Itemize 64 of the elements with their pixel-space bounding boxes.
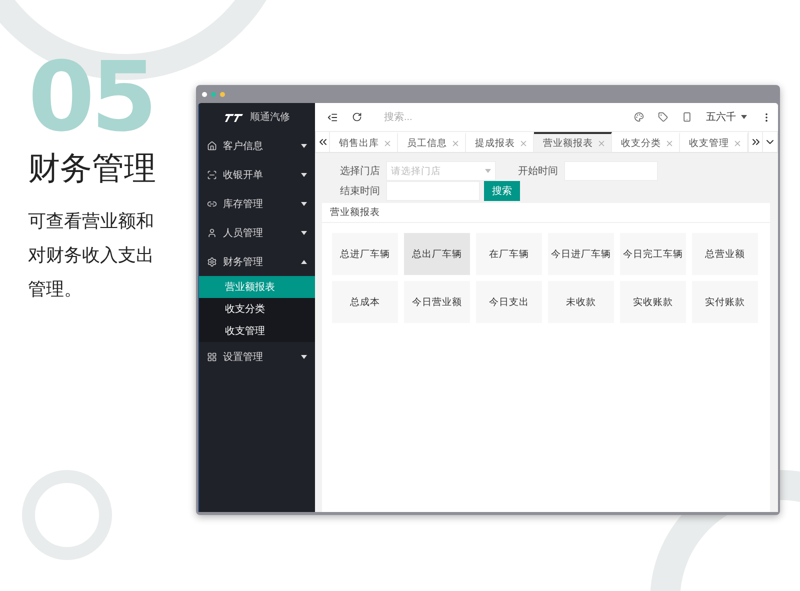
stat-card[interactable]: 总营业额 <box>692 233 758 275</box>
settings-icon <box>207 256 217 266</box>
caret-icon <box>301 354 307 358</box>
stat-card[interactable]: 未收款 <box>548 281 614 323</box>
caret-icon <box>485 169 491 173</box>
stat-card[interactable]: 在厂车辆 <box>476 233 542 275</box>
caret-icon <box>301 260 307 264</box>
tab[interactable]: 营业额报表 <box>534 132 612 152</box>
caret-icon <box>301 230 307 234</box>
home-icon <box>207 140 217 150</box>
stat-card[interactable]: 实收账款 <box>620 281 686 323</box>
close-icon[interactable] <box>597 138 606 148</box>
sidebar-item[interactable]: 设置管理 <box>199 342 315 371</box>
field-label: 结束时间 <box>339 184 381 198</box>
caret-icon <box>301 202 307 206</box>
brand-name: 顺通汽修 <box>250 110 290 124</box>
sidebar-item[interactable]: 人员管理 <box>199 218 315 247</box>
caret-icon <box>741 115 747 119</box>
grid-icon <box>207 352 217 362</box>
section-description: 可查看营业额和对财务收入支出管理。 <box>28 210 155 302</box>
sidebar-item[interactable]: 客户信息 <box>199 131 315 160</box>
stat-card[interactable]: 今日营业额 <box>404 281 470 323</box>
panel-title: 营业额报表 <box>322 203 770 223</box>
section-number: 05 <box>28 52 154 144</box>
section-title: 财务管理 <box>28 148 156 190</box>
scan-icon <box>207 170 217 180</box>
user-icon <box>207 228 217 238</box>
window-dot[interactable] <box>211 92 216 96</box>
sidebar-subitem[interactable]: 收支分类 <box>199 298 315 320</box>
window-dot[interactable] <box>220 92 225 96</box>
stat-card[interactable]: 今日进厂车辆 <box>548 233 614 275</box>
double-chevron-right-icon <box>750 136 762 148</box>
stat-card[interactable]: 总进厂车辆 <box>332 233 398 275</box>
caret-icon <box>301 144 307 148</box>
close-icon[interactable] <box>451 138 460 148</box>
stat-card[interactable]: 今日完工车辆 <box>620 233 686 275</box>
scroll-right-button[interactable] <box>748 132 764 152</box>
close-icon[interactable] <box>665 138 674 148</box>
caret-icon <box>301 172 307 176</box>
window-dot[interactable] <box>202 92 207 96</box>
close-icon[interactable] <box>733 138 742 148</box>
sidebar-item[interactable]: 收银开单 <box>199 160 315 189</box>
stat-card[interactable]: 今日支出 <box>476 281 542 323</box>
refresh-icon[interactable] <box>352 112 362 122</box>
field-label: 开始时间 <box>517 164 559 178</box>
palette-icon[interactable] <box>634 112 644 122</box>
stat-card[interactable]: 实付账款 <box>692 281 758 323</box>
close-icon[interactable] <box>519 138 528 148</box>
tag-icon[interactable] <box>658 112 668 122</box>
stat-card[interactable]: 总出厂车辆 <box>404 233 470 275</box>
search-button[interactable]: 搜索 <box>484 181 520 201</box>
user-menu[interactable]: 五六千 <box>706 110 747 124</box>
double-chevron-left-icon <box>316 136 329 148</box>
field-label: 选择门店 <box>339 164 381 178</box>
sidebar-item[interactable]: 财务管理 <box>199 247 315 276</box>
close-icon[interactable] <box>383 138 392 148</box>
stat-card[interactable]: 总成本 <box>332 281 398 323</box>
sidebar-subitem[interactable]: 收支管理 <box>199 320 315 342</box>
link-icon <box>207 198 217 208</box>
phone-icon[interactable] <box>682 112 692 122</box>
menu-icon[interactable] <box>327 112 338 122</box>
logo-icon <box>224 112 244 122</box>
sidebar-subitem[interactable]: 营业额报表 <box>199 276 315 298</box>
sidebar-item[interactable]: 库存管理 <box>199 189 315 218</box>
